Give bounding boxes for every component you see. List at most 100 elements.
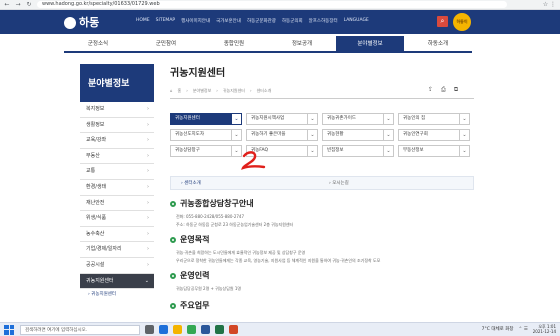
main-nav: 군정소식 군민참여 종합민원 정보공개 분야별정보 하동소개: [64, 36, 472, 53]
forward-icon[interactable]: →: [14, 1, 22, 8]
submenu-button[interactable]: 귀농하기 좋은마을 ⌄: [246, 129, 318, 141]
back-icon[interactable]: ←: [3, 1, 11, 8]
content-tabs: › 센터소개 › 오시는길: [170, 176, 474, 190]
share-icon[interactable]: ⇪: [428, 86, 433, 94]
link-icon[interactable]: ⧉: [454, 86, 458, 94]
section-bullet-icon: [170, 272, 176, 279]
utility-link[interactable]: 하동군문화관광: [247, 18, 276, 24]
tray-icons[interactable]: ⌃ ☰: [519, 327, 528, 332]
submenu-button-active[interactable]: 귀농지원센터 ⌄: [170, 113, 242, 125]
site-logo[interactable]: 하동: [64, 14, 99, 30]
submenu-button[interactable]: 빈집정보 ⌄: [322, 145, 394, 157]
breadcrumb-item[interactable]: 홈: [178, 88, 182, 94]
section-text: 귀농담당공무원 2명 + 귀농상담원 1명: [176, 286, 242, 291]
sidebar-item[interactable]: 교육/강좌 ›: [80, 133, 154, 149]
submenu-button[interactable]: 귀농인의 집 ⌄: [398, 113, 470, 125]
utility-links: HOME SITEMAP 행사이미지안내 국가보훈안내 하동군문화관광 하동군의…: [136, 18, 369, 24]
sidebar-item[interactable]: 복지정보 ›: [80, 102, 154, 118]
sidebar-title: 분야별정보: [80, 64, 154, 102]
section-title: 귀농종합상담창구안내: [170, 198, 254, 209]
taskbar-search-input[interactable]: 검색하려면 여기에 입력하십시오.: [20, 324, 140, 335]
submenu-grid: 귀농지원센터 ⌄ 귀농지원시책사업 ⌄ 귀농귀촌가이드 ⌄ 귀농인의 집 ⌄ 귀농선도지…: [170, 113, 474, 157]
chevron-down-icon: ⌄: [383, 114, 393, 124]
main-nav-item[interactable]: 하동소개: [404, 36, 472, 51]
language-select[interactable]: LANGUAGE: [344, 18, 369, 24]
address-bar[interactable]: www.hadong.go.kr/specialty/01633/01729.w…: [37, 1, 507, 8]
tab-directions[interactable]: › 오시는길: [329, 180, 349, 186]
site-header: 하동 HOME SITEMAP 행사이미지안내 국가보훈안내 하동군문화관광 하…: [0, 10, 560, 34]
browser-menu-icon[interactable]: ☆ ⋮: [543, 1, 556, 8]
chevron-down-icon: ⌄: [459, 114, 469, 124]
word-icon[interactable]: [201, 325, 210, 334]
main-nav-item[interactable]: 정보공개: [268, 36, 336, 51]
main-nav-item[interactable]: 군정소식: [64, 36, 132, 51]
submenu-button[interactable]: 귀농현황 ⌄: [322, 129, 394, 141]
tab-center-intro[interactable]: › 센터소개: [181, 180, 201, 186]
section-text: 전화: 055-880-2428/055-880-2747: [176, 214, 244, 219]
section-text: 주소: 하동군 하동읍 군청로 23 하동군농업기술센터 2층 귀농지원센터: [176, 222, 294, 227]
section-bullet-icon: [170, 302, 176, 309]
print-icon[interactable]: ⎙: [441, 86, 446, 94]
submenu-button[interactable]: 귀농선도지도자 ⌄: [170, 129, 242, 141]
sidebar-item[interactable]: 공공시설 ›: [80, 258, 154, 274]
section-text: 우리군으로 정착한 귀농인들에게는 각종 교육, 영농기술, 지원사업 등 체계…: [176, 258, 381, 263]
sidebar-item-active[interactable]: 귀농지원센터 ⌄: [80, 273, 154, 290]
logo-emblem-icon: [64, 17, 76, 29]
section-title: 운영인력: [170, 270, 209, 281]
utility-link[interactable]: 행사이미지안내: [181, 18, 210, 24]
utility-link[interactable]: SITEMAP: [156, 18, 175, 24]
sidebar-item[interactable]: 기업/경제/일자리 ›: [80, 242, 154, 258]
excel-icon[interactable]: [215, 325, 224, 334]
main-nav-item[interactable]: 종합민원: [200, 36, 268, 51]
red-annotation-mark: [241, 151, 266, 170]
breadcrumb-item[interactable]: 분야별정보: [193, 88, 211, 94]
submenu-button[interactable]: 귀농상담창구 ⌄: [170, 145, 242, 157]
file-explorer-icon[interactable]: [173, 325, 182, 334]
chevron-down-icon: ⌄: [459, 130, 469, 140]
sidebar-item[interactable]: 생활정보 ›: [80, 118, 154, 134]
section-bullet-icon: [170, 236, 176, 243]
utility-link[interactable]: 하동군의회: [282, 18, 303, 24]
submenu-button[interactable]: 부동산정보 ⌄: [398, 145, 470, 157]
sidebar-item[interactable]: 환경/생태 ›: [80, 180, 154, 196]
chevron-down-icon: ⌄: [383, 130, 393, 140]
main-nav-item-active[interactable]: 분야별정보: [336, 36, 404, 51]
sidebar-item[interactable]: 교통 ›: [80, 164, 154, 180]
task-view-icon[interactable]: [145, 325, 154, 334]
windows-taskbar: 검색하려면 여기에 입력하십시오. 7°C 대체로 화창 ⌃ ☰ 오후 1:01…: [0, 322, 560, 336]
page-tools: ⇪ ⎙ ⧉: [428, 86, 458, 94]
chevron-down-icon: ⌄: [231, 114, 241, 124]
chevron-down-icon: ⌄: [459, 146, 469, 156]
sidebar-item[interactable]: 위생/식품 ›: [80, 211, 154, 227]
submenu-button[interactable]: 귀농인연구회 ⌄: [398, 129, 470, 141]
utility-link[interactable]: 알프스하동장터: [309, 18, 338, 24]
section-text: 귀농·귀촌을 희망하는 도시민들에게 효율적인 귀농정보 제공 및 상담창구 운…: [176, 250, 306, 255]
home-icon[interactable]: ⌂: [170, 88, 173, 94]
breadcrumb: ⌂ 홈 › 분야별정보 › 귀농지원센터 › 센터소개: [170, 88, 272, 94]
sidebar-item[interactable]: 부동산 ›: [80, 149, 154, 165]
submenu-button[interactable]: 귀농지원시책사업 ⌄: [246, 113, 318, 125]
powerpoint-icon[interactable]: [229, 325, 238, 334]
main-nav-item[interactable]: 군민참여: [132, 36, 200, 51]
chrome-icon[interactable]: [187, 325, 196, 334]
weather-label[interactable]: 7°C 대체로 화창: [482, 326, 514, 332]
utility-link[interactable]: 국가보훈안내: [216, 18, 241, 24]
search-icon[interactable]: ⌕: [437, 16, 448, 27]
title-divider: [170, 98, 474, 99]
sidebar-item[interactable]: 재난안전 ›: [80, 196, 154, 212]
sidebar-item[interactable]: 농수축산 ›: [80, 227, 154, 243]
page-title: 귀농지원센터: [170, 68, 226, 79]
reload-icon[interactable]: ↻: [25, 1, 33, 8]
submenu-button[interactable]: 귀농귀촌가이드 ⌄: [322, 113, 394, 125]
chevron-down-icon: ⌄: [307, 146, 317, 156]
chevron-down-icon: ⌄: [383, 146, 393, 156]
sidebar: 분야별정보 복지정보 › 생활정보 › 교육/강좌 › 부동산 › 교통 › 환경/생태 ›…: [80, 64, 154, 336]
section-title: 주요업무: [170, 300, 209, 311]
breadcrumb-item[interactable]: 귀농지원센터: [223, 88, 245, 94]
clock[interactable]: 오후 1:01 2021-12-14: [533, 324, 556, 334]
section-title: 운영목적: [170, 234, 209, 245]
utility-link[interactable]: HOME: [136, 18, 150, 24]
edge-icon[interactable]: [159, 325, 168, 334]
windows-start-icon[interactable]: [4, 324, 14, 335]
sidebar-subitem[interactable]: › 귀농지원센터: [80, 289, 154, 300]
